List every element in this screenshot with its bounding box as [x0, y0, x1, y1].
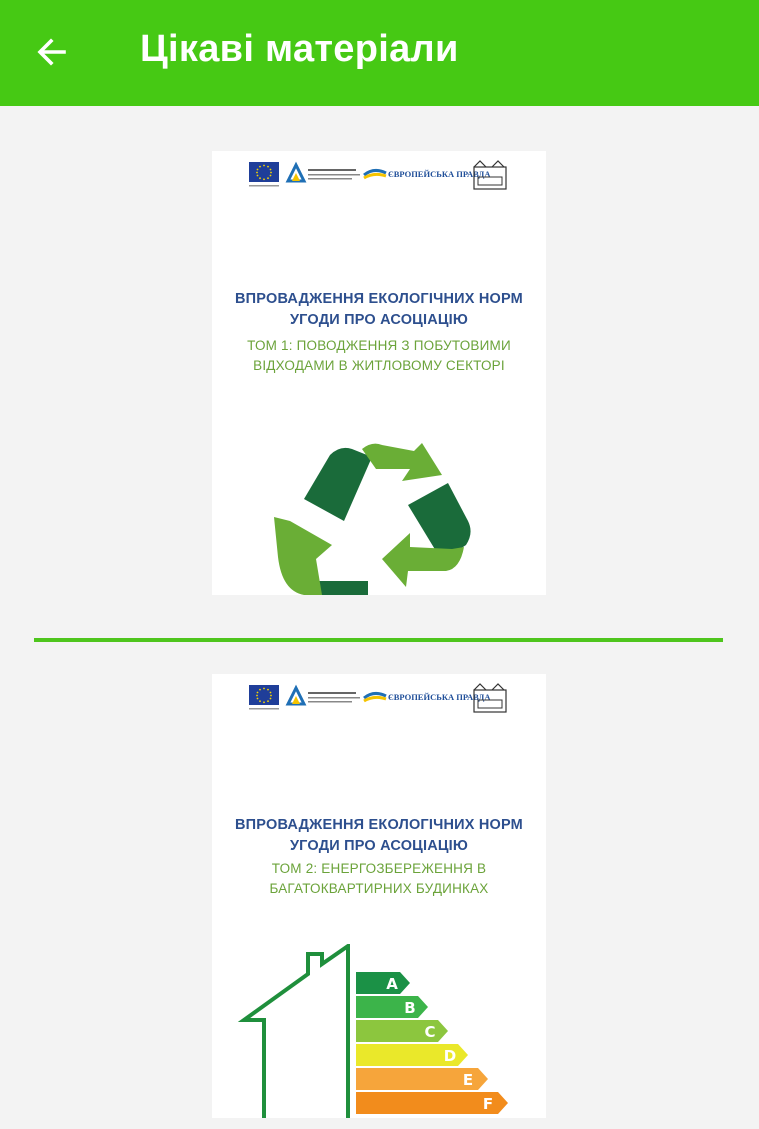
energy-rating-house-icon: A B C D E F: [237, 944, 508, 1118]
material-card[interactable]: ЄВРОПЕЙСЬКА ПРАВДА ВПРОВАДЖЕННЯ ЕКОЛОГІЧ…: [212, 151, 546, 595]
material-subtitle: ТОМ 1: ПОВОДЖЕННЯ З ПОБУТОВИМИ ВІДХОДАМИ…: [247, 338, 511, 373]
back-button[interactable]: [30, 30, 74, 74]
material-card[interactable]: ЄВРОПЕЙСЬКА ПРАВДА ВПРОВАДЖЕННЯ ЕКОЛОГІЧ…: [212, 674, 546, 1118]
material-title: ВПРОВАДЖЕННЯ ЕКОЛОГІЧНИХ НОРМ УГОДИ ПРО …: [235, 817, 523, 854]
page-title: Цікаві матеріали: [140, 28, 459, 70]
energy-class-a: A: [386, 975, 398, 993]
energy-class-d: D: [444, 1047, 456, 1065]
energy-class-e: E: [463, 1071, 473, 1089]
energy-class-b: B: [404, 999, 415, 1017]
material-subtitle: ТОМ 2: ЕНЕРГОЗБЕРЕЖЕННЯ В БАГАТОКВАРТИРН…: [269, 861, 489, 896]
svg-text:ЄВРОПЕЙСЬКА ПРАВДА: ЄВРОПЕЙСЬКА ПРАВДА: [388, 692, 491, 702]
recycle-icon: [274, 443, 471, 595]
app-bar: Цікаві матеріали: [0, 0, 759, 106]
energy-class-f: F: [483, 1095, 493, 1113]
arrow-left-icon: [37, 38, 66, 66]
energy-class-c: C: [424, 1023, 435, 1041]
svg-text:ЄВРОПЕЙСЬКА ПРАВДА: ЄВРОПЕЙСЬКА ПРАВДА: [388, 169, 491, 179]
material-title: ВПРОВАДЖЕННЯ ЕКОЛОГІЧНИХ НОРМ УГОДИ ПРО …: [235, 291, 523, 328]
partner-logos: ЄВРОПЕЙСЬКА ПРАВДА: [249, 683, 507, 713]
list-divider: [34, 638, 723, 642]
partner-logos: ЄВРОПЕЙСЬКА ПРАВДА: [249, 160, 507, 190]
